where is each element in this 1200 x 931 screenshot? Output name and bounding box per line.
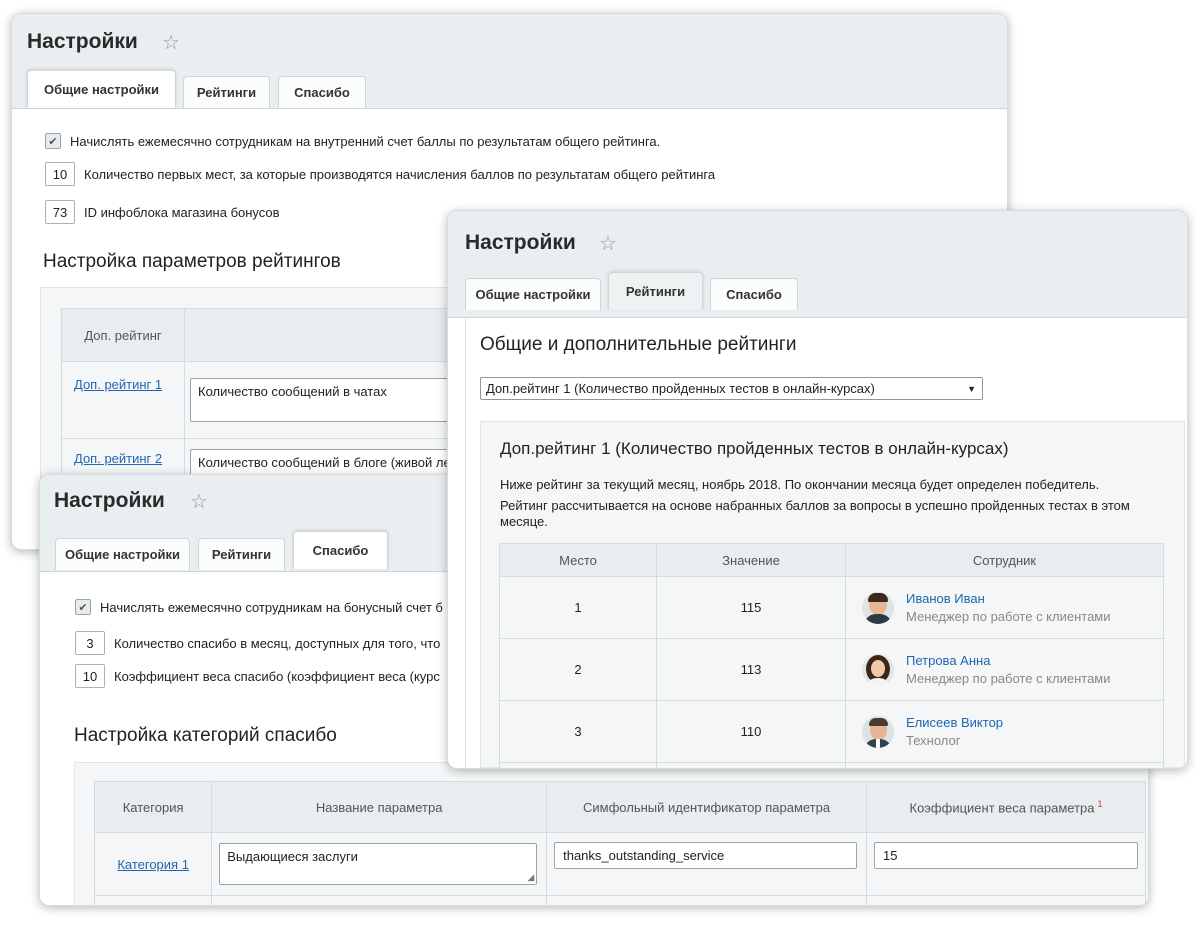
page-title: Настройки bbox=[465, 231, 576, 254]
avatar bbox=[862, 715, 894, 748]
tab-thanks[interactable]: Спасибо bbox=[710, 278, 798, 310]
settings-panel-ratings: Настройки ☆ Общие настройки Рейтинги Спа… bbox=[447, 210, 1188, 769]
category-link[interactable]: Категория 1 bbox=[117, 857, 189, 872]
place-cell: 3 bbox=[499, 700, 657, 763]
ratings-heading: Общие и дополнительные рейтинги bbox=[480, 334, 797, 355]
rating-table: Место Значение Сотрудник 1 115 Иванов Ив… bbox=[499, 543, 1164, 768]
rating-detail-box: Доп.рейтинг 1 (Количество пройденных тес… bbox=[480, 421, 1185, 768]
thanks-categories-table: Категория Название параметра Симфольный … bbox=[93, 781, 1146, 905]
column-header: Сотрудник bbox=[845, 543, 1164, 577]
column-header: Место bbox=[499, 543, 657, 577]
column-header: Симфольный идентификатор параметра bbox=[546, 781, 867, 833]
place-cell: 1 bbox=[499, 576, 657, 639]
tab-ratings[interactable]: Рейтинги bbox=[198, 538, 285, 570]
value-cell: 113 bbox=[656, 638, 846, 701]
tab-thanks[interactable]: Спасибо bbox=[278, 76, 366, 108]
table-row: 3 110 Елисеев Виктор Технолог bbox=[499, 700, 1164, 763]
dropdown-arrow-icon[interactable]: ▼ bbox=[967, 384, 976, 394]
rating-box-title: Доп.рейтинг 1 (Количество пройденных тес… bbox=[500, 439, 1009, 458]
field-label: ID инфоблока магазина бонусов bbox=[84, 204, 280, 220]
category-name-input[interactable]: Выдающиеся заслуги ◢ bbox=[219, 843, 538, 885]
avatar bbox=[862, 653, 894, 686]
column-header: Категория bbox=[93, 781, 213, 833]
rating-link[interactable]: Доп. рейтинг 1 bbox=[74, 377, 162, 392]
tab-general[interactable]: Общие настройки bbox=[465, 278, 601, 310]
tab-general[interactable]: Общие настройки bbox=[55, 538, 190, 570]
employee-name[interactable]: Иванов Иван bbox=[906, 591, 1111, 606]
value-cell: 115 bbox=[656, 576, 846, 639]
thanks-weight-input[interactable]: 10 bbox=[75, 664, 105, 688]
field-label: Количество спасибо в месяц, доступных дл… bbox=[114, 635, 441, 651]
field-label: Коэффициент веса спасибо (коэффициент ве… bbox=[114, 668, 440, 684]
table-row: Категория 1 Выдающиеся заслуги ◢ thanks_o… bbox=[93, 832, 1146, 896]
tab-general[interactable]: Общие настройки bbox=[27, 70, 176, 108]
table-row: 2 113 Петрова Анна Менеджер по работе с … bbox=[499, 638, 1164, 701]
footnote-mark: 1 bbox=[1097, 798, 1103, 809]
thanks-categories-grid: Категория Название параметра Симфольный … bbox=[74, 762, 1148, 905]
table-row: 1 115 Иванов Иван Менеджер по работе с к… bbox=[499, 576, 1164, 639]
top-places-field: 10 Количество первых мест, за которые пр… bbox=[45, 162, 715, 186]
rating-select[interactable]: Доп.рейтинг 1 (Количество пройденных тес… bbox=[480, 377, 983, 400]
tab-ratings[interactable]: Рейтинги bbox=[608, 272, 703, 310]
employee-role: Менеджер по работе с клиентами bbox=[906, 671, 1111, 686]
star-icon[interactable]: ☆ bbox=[599, 231, 617, 256]
section-title: Настройка категорий спасибо bbox=[74, 725, 337, 746]
checkbox-label: Начислять ежемесячно сотрудникам на бону… bbox=[100, 599, 443, 615]
field-label: Количество первых мест, за которые произ… bbox=[84, 166, 716, 182]
column-header: Коэффициент веса параметра 1 bbox=[866, 781, 1146, 833]
avatar bbox=[862, 591, 894, 624]
table-row bbox=[93, 895, 1146, 905]
column-header: Название параметра bbox=[211, 781, 548, 833]
employee-name[interactable]: Петрова Анна bbox=[906, 653, 1111, 668]
checkbox-label: Начислять ежемесячно сотрудникам на внут… bbox=[70, 133, 661, 149]
employee-name[interactable]: Елисеев Виктор bbox=[906, 715, 1003, 730]
monthly-points-option[interactable]: ✔ Начислять ежемесячно сотрудникам на вн… bbox=[45, 133, 660, 149]
checkbox-checked-icon[interactable]: ✔ bbox=[75, 599, 91, 615]
tab-ratings[interactable]: Рейтинги bbox=[183, 76, 270, 108]
employee-role: Технолог bbox=[906, 733, 961, 748]
iblock-id-input[interactable]: 73 bbox=[45, 200, 75, 224]
category-code-input[interactable]: thanks_outstanding_service bbox=[554, 842, 858, 869]
section-title: Настройка параметров рейтингов bbox=[43, 251, 341, 272]
thanks-count-input[interactable]: 3 bbox=[75, 631, 105, 655]
star-icon[interactable]: ☆ bbox=[190, 489, 208, 514]
tab-thanks[interactable]: Спасибо bbox=[293, 531, 388, 569]
rating-link[interactable]: Доп. рейтинг 2 bbox=[74, 451, 162, 466]
thanks-weight-field: 10 Коэффициент веса спасибо (коэффициент… bbox=[75, 664, 440, 688]
place-cell: 2 bbox=[499, 638, 657, 701]
rating-description: Рейтинг рассчитывается на основе набранн… bbox=[500, 498, 1130, 529]
column-header: Доп. рейтинг bbox=[61, 308, 185, 362]
iblock-id-field: 73 ID инфоблока магазина бонусов bbox=[45, 200, 280, 224]
top-places-input[interactable]: 10 bbox=[45, 162, 75, 186]
category-weight-input[interactable]: 15 bbox=[874, 842, 1138, 869]
value-cell: 110 bbox=[656, 700, 846, 763]
page-title: Настройки bbox=[27, 30, 138, 53]
page-title: Настройки bbox=[54, 489, 165, 512]
checkbox-checked-icon[interactable]: ✔ bbox=[45, 133, 61, 149]
select-value: Доп.рейтинг 1 (Количество пройденных тес… bbox=[486, 381, 875, 396]
column-header: Значение bbox=[656, 543, 846, 577]
employee-role: Менеджер по работе с клиентами bbox=[906, 609, 1111, 624]
star-icon[interactable]: ☆ bbox=[162, 30, 180, 55]
rating-description: Ниже рейтинг за текущий месяц, ноябрь 20… bbox=[500, 477, 1100, 492]
thanks-count-field: 3 Количество спасибо в месяц, доступных … bbox=[75, 631, 440, 655]
monthly-bonus-option[interactable]: ✔ Начислять ежемесячно сотрудникам на бо… bbox=[75, 599, 443, 615]
table-row bbox=[499, 762, 1164, 768]
